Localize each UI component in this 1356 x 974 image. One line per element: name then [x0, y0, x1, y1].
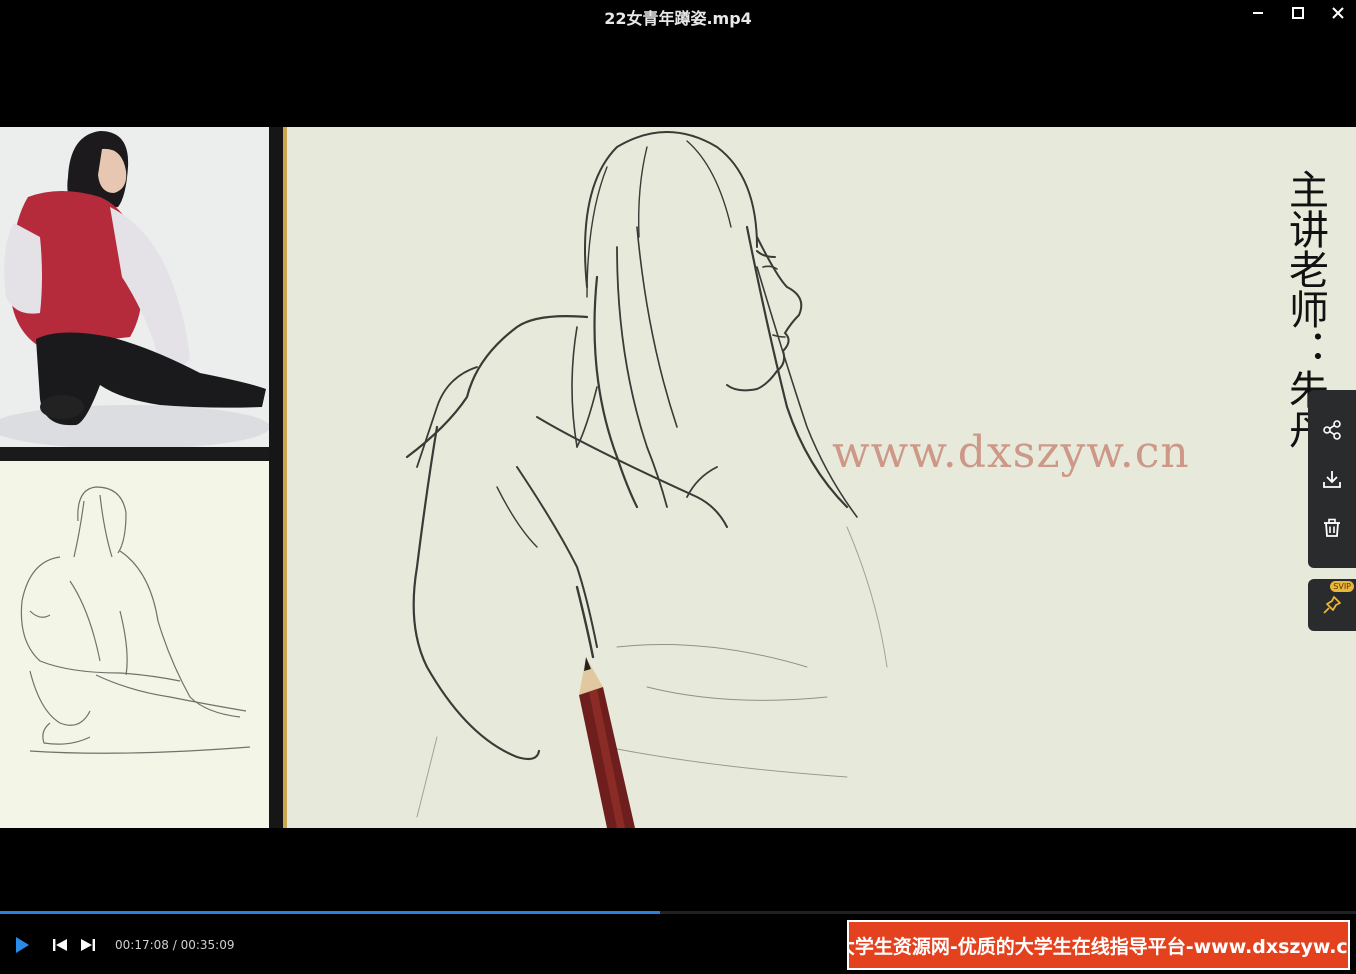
maximize-button[interactable]	[1283, 2, 1313, 24]
play-button[interactable]	[9, 932, 35, 958]
reference-photo-illustration	[0, 127, 270, 449]
delete-button[interactable]	[1308, 508, 1356, 548]
time-separator: /	[168, 938, 181, 952]
reference-sketch-illustration	[0, 461, 269, 828]
total-duration: 00:35:09	[180, 938, 235, 952]
playback-time: 00:17:08 / 00:35:09	[115, 938, 234, 952]
window-title: 22女青年蹲姿.mp4	[604, 9, 752, 28]
current-time: 00:17:08	[115, 938, 169, 952]
title-bar: 22女青年蹲姿.mp4	[0, 0, 1356, 30]
control-bar: 00:17:08 / 00:35:09 大学生资源网-优质的大学生在线指导平台-…	[0, 914, 1356, 974]
video-watermark: www.dxszyw.cn	[832, 427, 1190, 478]
promo-banner[interactable]: 大学生资源网-优质的大学生在线指导平台-www.dxszyw.cn	[847, 920, 1350, 970]
skip-previous-icon	[53, 939, 67, 951]
minimize-button[interactable]	[1243, 2, 1273, 24]
close-button[interactable]	[1323, 2, 1353, 24]
close-icon	[1332, 7, 1344, 19]
maximize-icon	[1292, 7, 1304, 19]
minimize-icon	[1253, 12, 1263, 14]
video-frame[interactable]: 主讲老师：朱丹 www.dxszyw.cn	[0, 127, 1356, 828]
panel-gap	[0, 447, 269, 461]
portrait-sketch	[287, 127, 1356, 828]
svip-badge: SVIP	[1330, 581, 1354, 592]
pin-icon	[1323, 596, 1341, 614]
previous-button[interactable]	[47, 932, 73, 958]
download-button[interactable]	[1308, 459, 1356, 499]
share-button[interactable]	[1308, 410, 1356, 450]
next-button[interactable]	[75, 932, 101, 958]
reference-photo	[0, 127, 270, 449]
skip-next-icon	[81, 939, 95, 951]
play-icon	[16, 937, 29, 953]
reference-sketch	[0, 461, 269, 828]
video-player-window: 22女青年蹲姿.mp4 主讲老师：朱丹 www.dxszyw.cn SVIP 0…	[0, 0, 1356, 974]
delete-icon	[1324, 518, 1340, 537]
share-icon	[1323, 420, 1341, 440]
side-toolbar	[1308, 390, 1356, 568]
pin-button[interactable]: SVIP	[1308, 579, 1356, 631]
download-icon	[1323, 471, 1341, 488]
drawing-board	[287, 127, 1356, 828]
